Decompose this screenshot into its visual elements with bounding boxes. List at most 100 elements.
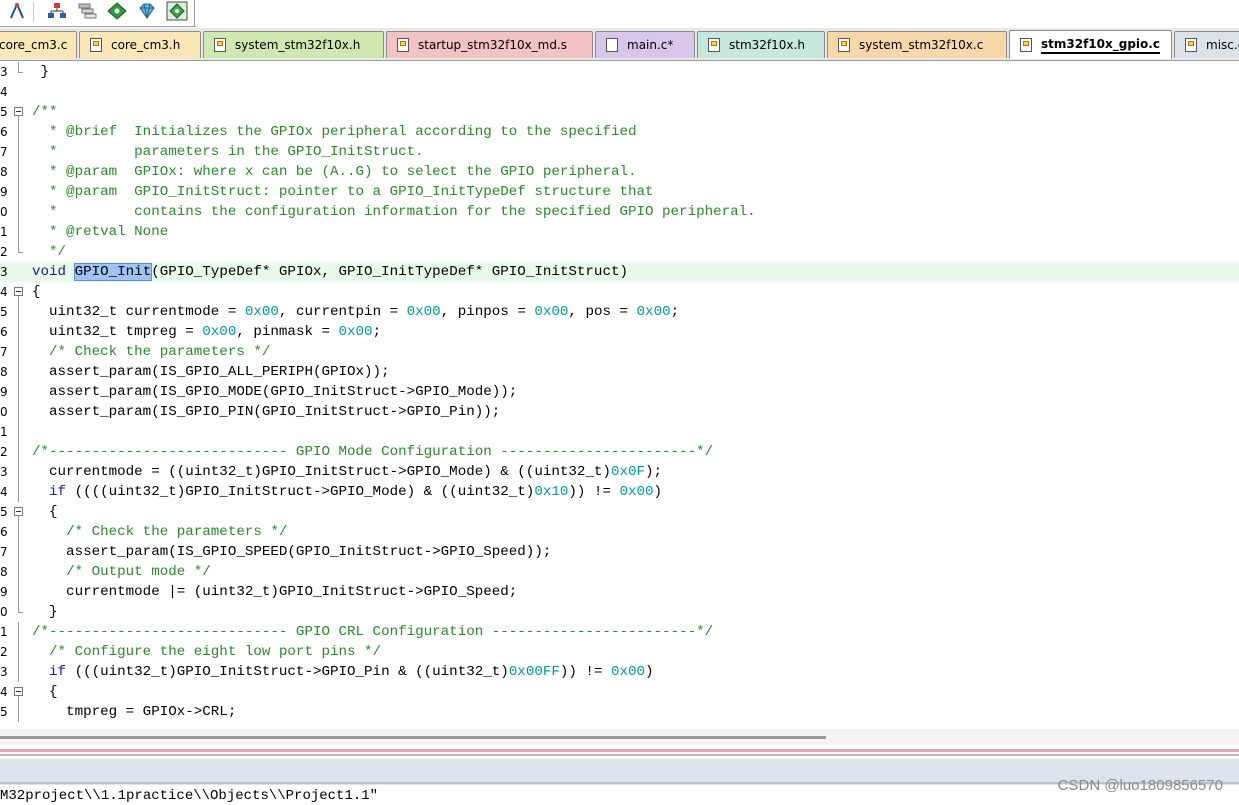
code-line[interactable]: 6 * @brief Initializes the GPIOx periphe…: [0, 122, 1239, 142]
code-token: 0x00: [244, 304, 279, 320]
line-number: 3: [0, 465, 8, 479]
code-line[interactable]: 4{: [0, 282, 1239, 302]
code-line[interactable]: 6 /* Check the parameters */: [0, 522, 1239, 542]
line-number: 8: [0, 365, 8, 379]
code-line[interactable]: 7 assert_param(IS_GPIO_SPEED(GPIO_InitSt…: [0, 542, 1239, 562]
code-token: */: [32, 244, 67, 260]
file-icon: [708, 38, 720, 52]
fold-guide: [14, 362, 26, 382]
code-line[interactable]: 2 */: [0, 242, 1239, 262]
gem-diamond-icon[interactable]: [136, 0, 158, 22]
green-diamond-icon[interactable]: [106, 0, 128, 22]
code-line[interactable]: 0 }: [0, 602, 1239, 622]
fold-guide: [14, 542, 26, 562]
line-number: 7: [0, 145, 8, 159]
code-line[interactable]: 7 /* Check the parameters */: [0, 342, 1239, 362]
tab-core-cm3-c[interactable]: core_cm3.c: [0, 31, 77, 58]
code-line[interactable]: 5 {: [0, 502, 1239, 522]
code-line[interactable]: 3 void GPIO_Init(GPIO_TypeDef* GPIOx, GPI…: [0, 262, 1239, 282]
component-tree-icon[interactable]: [46, 0, 68, 22]
code-token: (((uint32_t)GPIO_InitStruct->GPIO_Pin & …: [66, 664, 509, 680]
tab-stm32f10x-gpio-c[interactable]: stm32f10x_gpio.c: [1009, 30, 1172, 59]
tab-core-cm3-h[interactable]: core_cm3.h: [79, 31, 201, 58]
tab-startup-stm32f10x-md-s[interactable]: startup_stm32f10x_md.s: [386, 31, 593, 58]
fold-collapse-icon[interactable]: [14, 502, 26, 522]
code-line[interactable]: 5 tmpreg = GPIOx->CRL;: [0, 702, 1239, 722]
fold-guide: [14, 322, 26, 342]
code-text: {: [32, 682, 58, 702]
code-line[interactable]: 9 currentmode |= (uint32_t)GPIO_InitStru…: [0, 582, 1239, 602]
fold-guide: [14, 442, 26, 462]
fold-collapse-icon[interactable]: [14, 682, 26, 702]
tab-system-stm32f10x-h[interactable]: system_stm32f10x.h: [203, 31, 384, 58]
manage-extensions-icon[interactable]: [166, 0, 188, 22]
tab-stm32f10x-h[interactable]: stm32f10x.h: [697, 31, 825, 58]
scrollbar-thumb[interactable]: [0, 736, 826, 739]
code-line[interactable]: 9 * @param GPIO_InitStruct: pointer to a…: [0, 182, 1239, 202]
code-line[interactable]: 4 {: [0, 682, 1239, 702]
code-token: 0x00: [534, 304, 569, 320]
file-icon: [397, 38, 409, 52]
fold-guide: [14, 642, 26, 662]
code-token: 0x00FF: [508, 664, 560, 680]
code-line[interactable]: 8 assert_param(IS_GPIO_ALL_PERIPH(GPIOx)…: [0, 362, 1239, 382]
code-text: tmpreg = GPIOx->CRL;: [32, 702, 236, 722]
code-token: /* Check the parameters */: [49, 344, 271, 360]
code-line[interactable]: 0 assert_param(IS_GPIO_PIN(GPIO_InitStru…: [0, 402, 1239, 422]
fold-guide: [14, 482, 26, 502]
code-token: {: [32, 504, 58, 520]
line-number: 6: [0, 325, 8, 339]
code-token: uint32_t tmpreg =: [32, 324, 203, 340]
code-token: 0x00: [338, 324, 373, 340]
compass-tool-icon[interactable]: [6, 0, 28, 22]
file-icon: [606, 38, 618, 52]
code-token: /**: [32, 104, 58, 120]
code-line[interactable]: 3 if (((uint32_t)GPIO_InitStruct->GPIO_P…: [0, 662, 1239, 682]
fold-collapse-icon[interactable]: [14, 282, 26, 302]
code-line[interactable]: 1: [0, 422, 1239, 442]
line-number: 9: [0, 585, 8, 599]
line-number: 2: [0, 645, 8, 659]
code-line[interactable]: 7 * parameters in the GPIO_InitStruct.: [0, 142, 1239, 162]
code-line[interactable]: 3 }: [0, 62, 1239, 82]
code-line[interactable]: 0 * contains the configuration informati…: [0, 202, 1239, 222]
code-line[interactable]: 6 uint32_t tmpreg = 0x00, pinmask = 0x00…: [0, 322, 1239, 342]
fold-guide: [14, 402, 26, 422]
code-line[interactable]: 4 if ((((uint32_t)GPIO_InitStruct->GPIO_…: [0, 482, 1239, 502]
tab-misc-c[interactable]: misc.c: [1174, 31, 1239, 58]
tab-main-c[interactable]: main.c*: [595, 31, 695, 58]
code-text: assert_param(IS_GPIO_PIN(GPIO_InitStruct…: [32, 402, 500, 422]
line-number: 6: [0, 125, 8, 139]
line-number: 7: [0, 345, 8, 359]
line-number: 8: [0, 565, 8, 579]
code-line[interactable]: 3 currentmode = ((uint32_t)GPIO_InitStru…: [0, 462, 1239, 482]
horizontal-scrollbar[interactable]: [0, 729, 1239, 745]
code-text: * parameters in the GPIO_InitStruct.: [32, 142, 424, 162]
code-token: , pinmask =: [236, 324, 339, 340]
file-icon: [1185, 38, 1197, 52]
code-text: assert_param(IS_GPIO_ALL_PERIPH(GPIOx));: [32, 362, 390, 382]
code-line[interactable]: 4: [0, 82, 1239, 102]
line-number: 4: [0, 85, 8, 99]
fold-collapse-icon[interactable]: [14, 102, 26, 122]
code-line[interactable]: 9 assert_param(IS_GPIO_MODE(GPIO_InitStr…: [0, 382, 1239, 402]
code-line[interactable]: 5 uint32_t currentmode = 0x00, currentpi…: [0, 302, 1239, 322]
code-token: ): [653, 484, 663, 500]
code-token: * @param GPIOx: where x can be (A..G) to…: [32, 164, 637, 180]
code-token: * @brief Initializes the GPIOx periphera…: [32, 124, 637, 140]
code-line[interactable]: 5 /**: [0, 102, 1239, 122]
fold-guide: [14, 522, 26, 542]
tab-system-stm32f10x-c[interactable]: system_stm32f10x.c: [827, 31, 1007, 58]
code-line[interactable]: 8 /* Output mode */: [0, 562, 1239, 582]
code-line[interactable]: 2 /*---------------------------- GPIO Mod…: [0, 442, 1239, 462]
code-line[interactable]: 2 /* Configure the eight low port pins *…: [0, 642, 1239, 662]
code-line[interactable]: 1 /*---------------------------- GPIO CRL…: [0, 622, 1239, 642]
stack-layers-icon[interactable]: [76, 0, 98, 22]
code-line[interactable]: 1 * @retval None: [0, 222, 1239, 242]
line-number: 5: [0, 505, 8, 519]
code-line[interactable]: 8 * @param GPIOx: where x can be (A..G) …: [0, 162, 1239, 182]
code-editor[interactable]: 3 } 4 5 /** 6 * @brief Initializes the GPIOx…: [0, 61, 1239, 729]
file-icon: [838, 38, 850, 52]
